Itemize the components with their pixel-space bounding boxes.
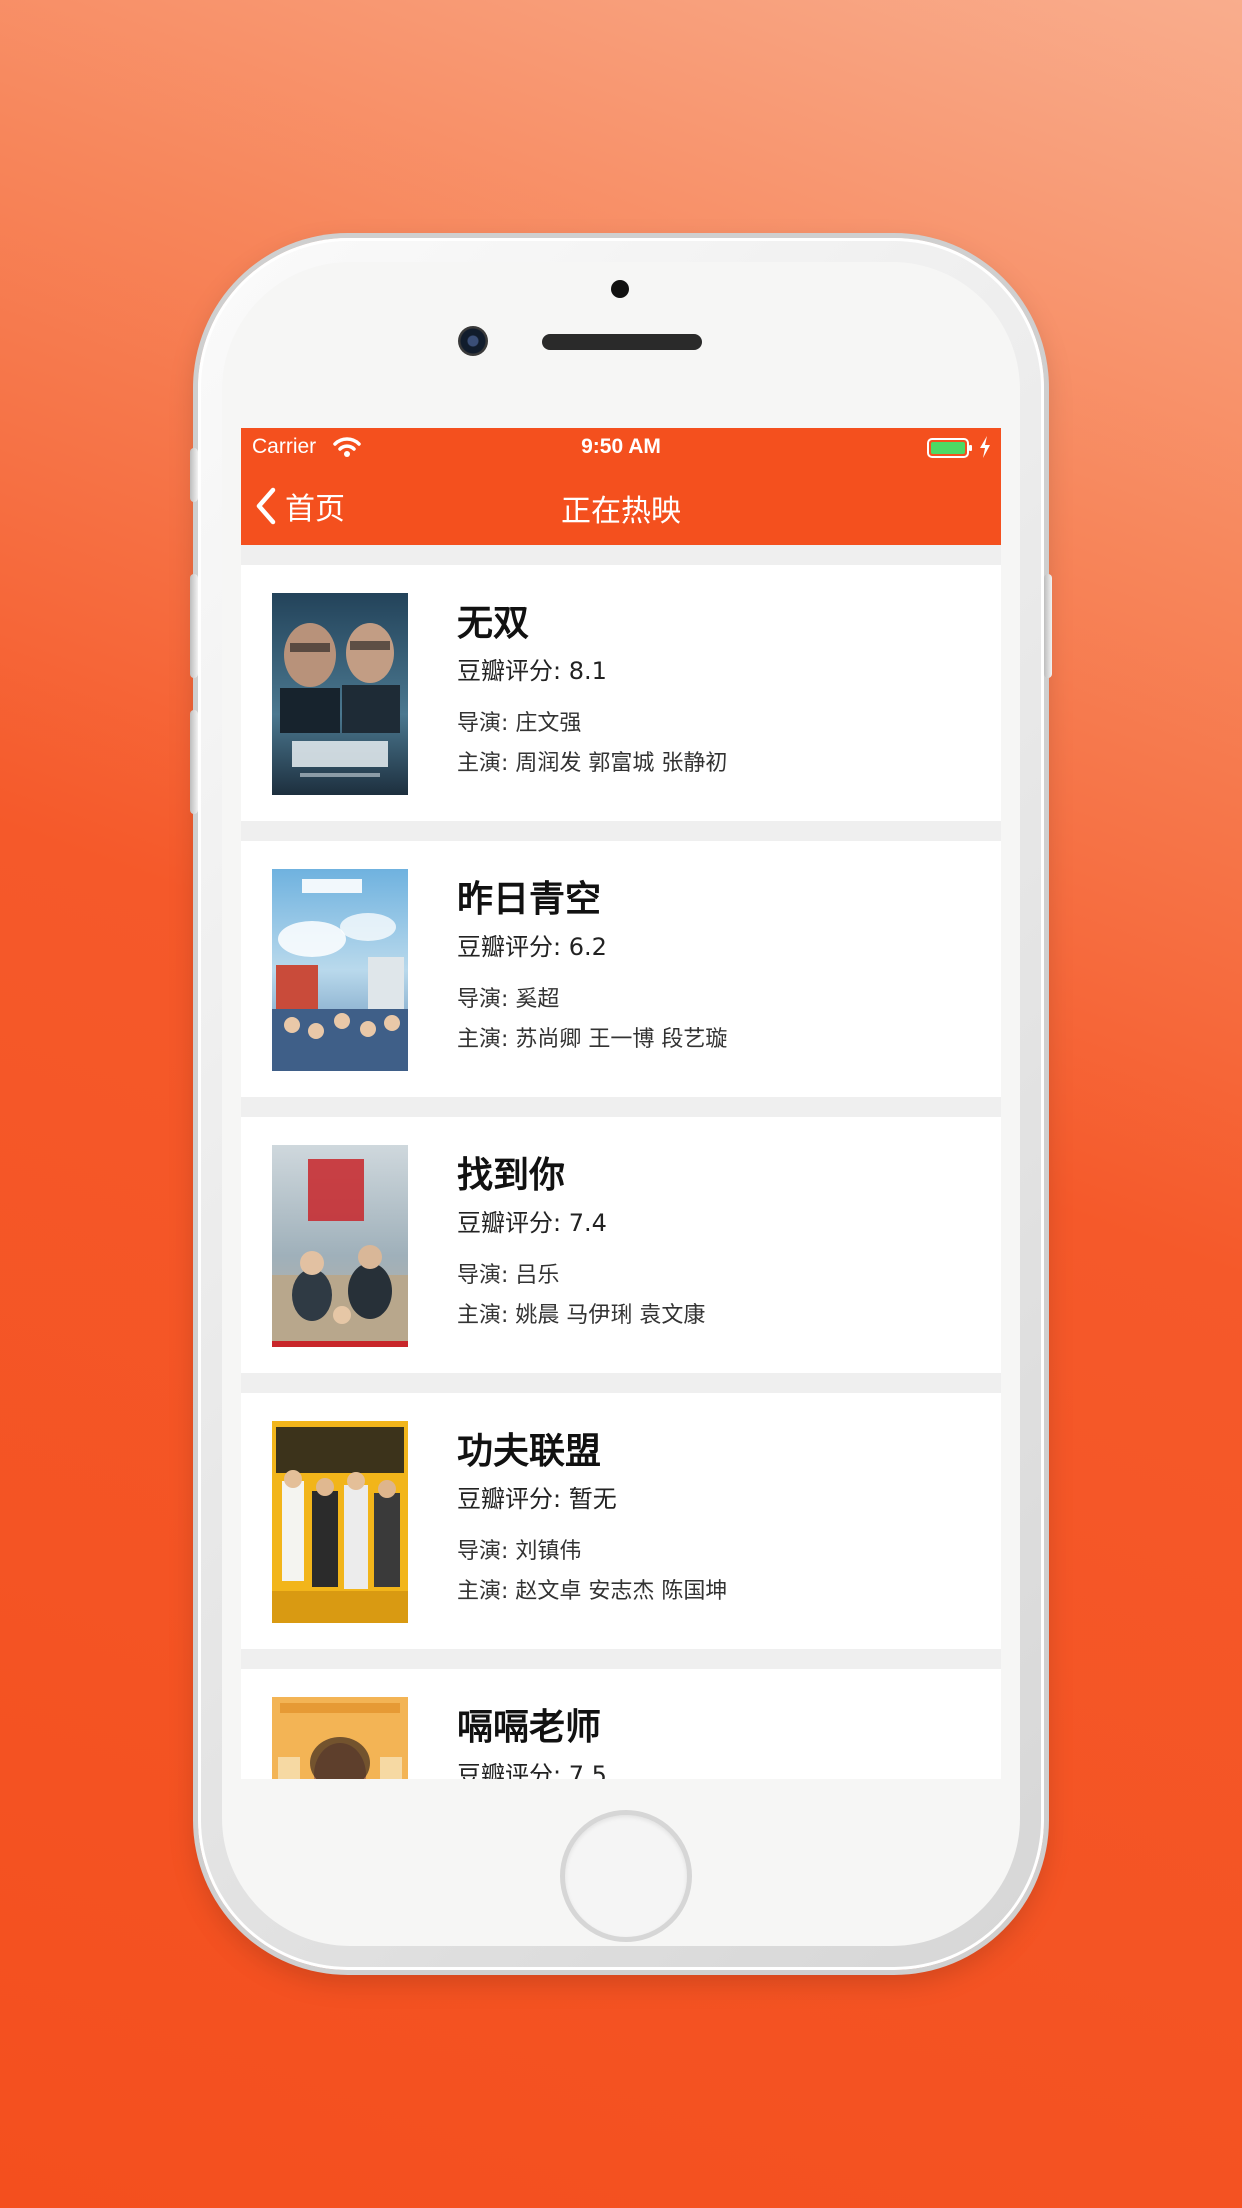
- earpiece-speaker: [542, 334, 702, 350]
- camera-lens: [458, 326, 488, 356]
- movie-item[interactable]: 无双 豆瓣评分: 8.1 导演: 庄文强 主演: 周润发 郭富城 张静初: [241, 565, 1001, 821]
- movie-director: 导演: 庄文强: [457, 711, 582, 736]
- movie-director: 导演: 吕乐: [457, 1263, 560, 1288]
- movie-cast: 主演: 周润发 郭富城 张静初: [457, 751, 728, 776]
- movie-list: 无双 豆瓣评分: 8.1 导演: 庄文强 主演: 周润发 郭富城 张静初 昨日青…: [241, 565, 1001, 1779]
- movie-rating: 豆瓣评分: 暂无: [457, 1485, 617, 1513]
- battery-charging-icon: [927, 438, 972, 458]
- movie-rating: 豆瓣评分: 7.5: [457, 1761, 607, 1779]
- movie-poster: [272, 1697, 408, 1779]
- movie-cast: 主演: 姚晨 马伊琍 袁文康: [457, 1303, 706, 1328]
- movie-rating: 豆瓣评分: 7.4: [457, 1209, 607, 1237]
- movie-rating: 豆瓣评分: 6.2: [457, 933, 607, 961]
- charging-bolt-icon: [980, 436, 990, 458]
- movie-director: 导演: 奚超: [457, 987, 560, 1012]
- movie-poster: [272, 593, 408, 795]
- volume-down-button: [190, 710, 198, 814]
- movie-title: 无双: [457, 603, 530, 644]
- home-button[interactable]: [560, 1810, 692, 1942]
- mute-switch: [190, 448, 198, 502]
- app-header: Carrier 9:50 AM 首页 正在热映: [241, 428, 1001, 545]
- movie-item[interactable]: 功夫联盟 豆瓣评分: 暂无 导演: 刘镇伟 主演: 赵文卓 安志杰 陈国坤: [241, 1393, 1001, 1649]
- movie-item[interactable]: 嗝嗝老师 豆瓣评分: 7.5: [241, 1669, 1001, 1779]
- movie-rating: 豆瓣评分: 8.1: [457, 657, 607, 685]
- navigation-bar: 首页 正在热映: [241, 468, 1001, 545]
- movie-poster: [272, 869, 408, 1071]
- app-screen: Carrier 9:50 AM 首页 正在热映 无双 豆瓣评分: 8.1 导演:…: [241, 428, 1001, 1779]
- movie-poster: [272, 1145, 408, 1347]
- movie-item[interactable]: 找到你 豆瓣评分: 7.4 导演: 吕乐 主演: 姚晨 马伊琍 袁文康: [241, 1117, 1001, 1373]
- movie-director: 导演: 刘镇伟: [457, 1539, 582, 1564]
- movie-cast: 主演: 苏尚卿 王一博 段艺璇: [457, 1027, 728, 1052]
- status-time: 9:50 AM: [581, 435, 661, 458]
- movie-item[interactable]: 昨日青空 豆瓣评分: 6.2 导演: 奚超 主演: 苏尚卿 王一博 段艺璇: [241, 841, 1001, 1097]
- power-button: [1044, 574, 1052, 678]
- movie-title: 嗝嗝老师: [457, 1707, 602, 1748]
- page-title: 正在热映: [561, 494, 681, 529]
- movie-cast: 主演: 赵文卓 安志杰 陈国坤: [457, 1579, 728, 1604]
- movie-title: 功夫联盟: [457, 1431, 602, 1472]
- volume-up-button: [190, 574, 198, 678]
- front-camera: [611, 280, 629, 298]
- movie-title: 昨日青空: [457, 879, 602, 920]
- movie-poster: [272, 1421, 408, 1623]
- movie-title: 找到你: [457, 1155, 566, 1196]
- status-bar: Carrier 9:50 AM: [241, 428, 1001, 468]
